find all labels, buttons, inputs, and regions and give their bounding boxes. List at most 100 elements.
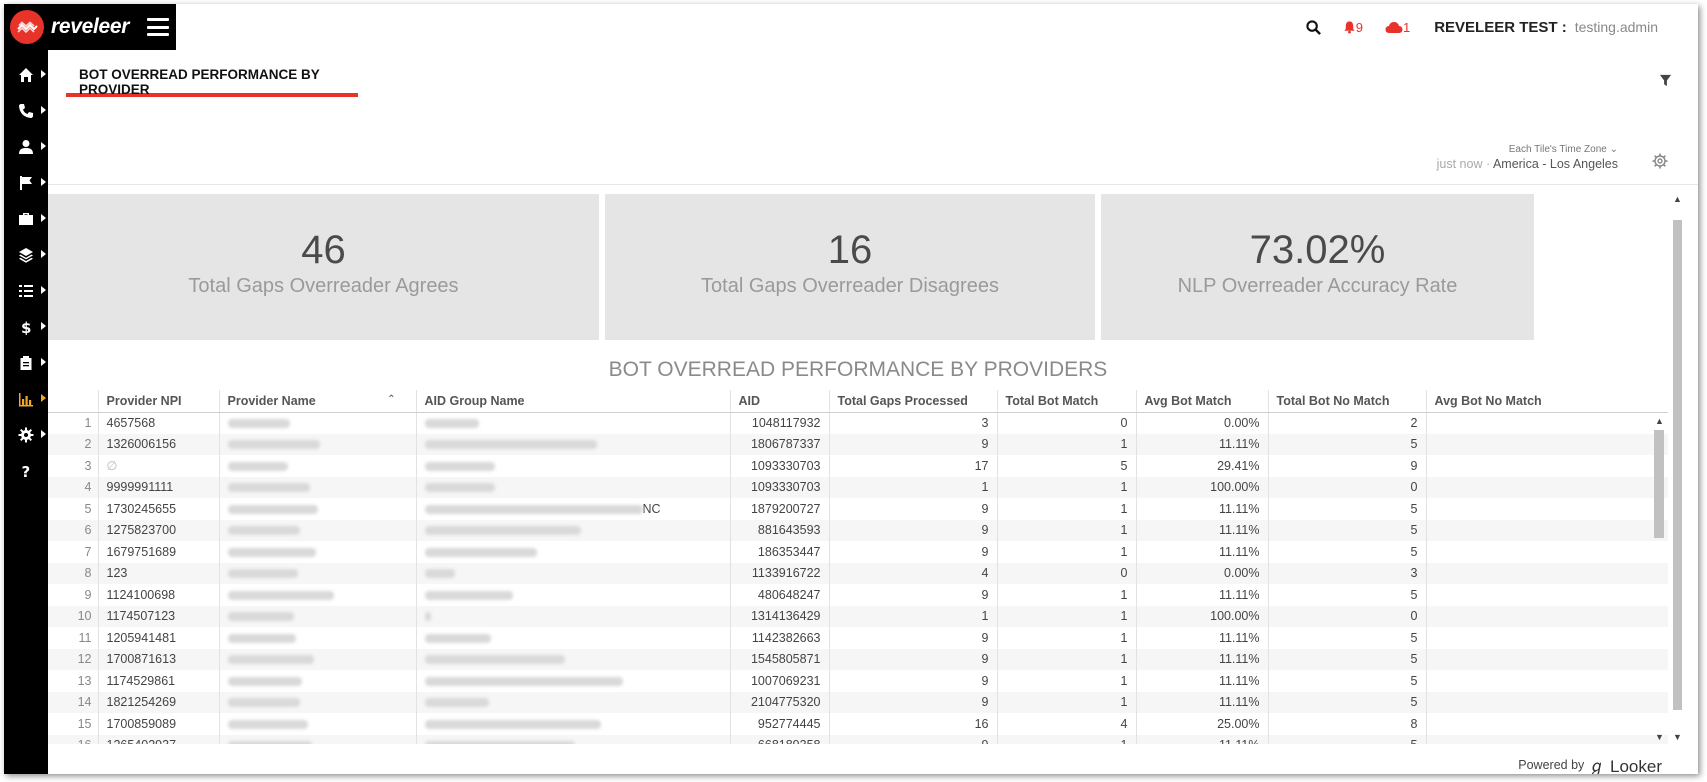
nav-flag[interactable]: [4, 165, 48, 201]
scroll-up-icon[interactable]: ▲: [1655, 416, 1664, 426]
column-header[interactable]: Avg Bot Match: [1136, 390, 1269, 413]
table-cell: 9: [829, 734, 998, 744]
table-cell: 1: [997, 670, 1137, 692]
nav-help[interactable]: ?: [4, 453, 48, 489]
cell-value: 9: [981, 630, 989, 645]
table-scrollbar[interactable]: ▲ ▼: [1652, 416, 1666, 742]
column-header[interactable]: Total Bot No Match: [1268, 390, 1427, 413]
table-cell: [1426, 455, 1668, 477]
redacted-text: [424, 612, 431, 622]
column-header[interactable]: Provider NPI: [98, 390, 220, 413]
table-cell: 1700871613: [98, 648, 220, 670]
table-cell: [416, 433, 731, 455]
table-row[interactable]: 16 1265402937 668189358 9 1 11.11% 5: [48, 734, 1668, 744]
cell-value: 5: [1410, 652, 1418, 667]
dashboard-scrollbar[interactable]: ▲ ▼: [1670, 194, 1684, 742]
cell-value: 1174507123: [106, 609, 176, 624]
table-row[interactable]: 6 1275823700 881643593 9 1 11.11% 5: [48, 519, 1668, 541]
table-row[interactable]: 10 1174507123 1314136429 1 1 100.00% 0: [48, 605, 1668, 627]
table-cell: 1: [997, 476, 1137, 498]
nav-checklist[interactable]: [4, 273, 48, 309]
table-row[interactable]: 11 1205941481 1142382663 9 1 11.11% 5: [48, 627, 1668, 649]
scrollbar-thumb[interactable]: [1654, 430, 1664, 538]
table-row[interactable]: 2 1326006156 1806787337 9 1 11.11% 5: [48, 433, 1668, 455]
cell-value: 9: [1410, 458, 1418, 473]
scroll-down-icon[interactable]: ▼: [1673, 732, 1682, 742]
table-cell: 1: [997, 734, 1137, 744]
menu-icon[interactable]: [147, 18, 170, 36]
redacted-text: [424, 719, 601, 729]
cell-value: 11.11%: [1218, 501, 1260, 516]
cell-value: 9: [981, 523, 989, 538]
search-button[interactable]: [1306, 19, 1321, 35]
column-header[interactable]: Total Bot Match: [997, 390, 1137, 413]
table-row[interactable]: 5 1730245655 NC 1879200727 9 1 11.11% 5: [48, 498, 1668, 520]
sort-ascending-icon[interactable]: ⌃: [387, 394, 395, 405]
nav-settings[interactable]: [4, 417, 48, 453]
table-row[interactable]: 13 1174529861 1007069231 9 1 11.11% 5: [48, 670, 1668, 692]
table-cell: 1730245655: [98, 498, 220, 520]
column-header[interactable]: AID Group Name: [416, 390, 731, 413]
table-row[interactable]: 15 1700859089 952774445 16 4 25.00% 8: [48, 713, 1668, 735]
column-header[interactable]: Provider Name ⌃: [219, 390, 417, 413]
table-cell: [219, 541, 417, 563]
table-row[interactable]: 8 123 1133916722 4 0 0.00% 3: [48, 562, 1668, 584]
brand-logo-icon[interactable]: [10, 10, 44, 44]
timezone-selector[interactable]: Each Tile's Time Zone ⌄: [1437, 144, 1618, 155]
chevron-right-icon: [41, 286, 46, 294]
chevron-right-icon: [41, 394, 46, 402]
table-cell: [1426, 498, 1668, 520]
table-cell: 0: [997, 412, 1137, 434]
nav-reports[interactable]: [4, 381, 48, 417]
dashboard-settings-button[interactable]: [1652, 153, 1668, 174]
tab-dashboard[interactable]: BOT OVERREAD PERFORMANCE BY PROVIDER: [66, 62, 358, 97]
user-name[interactable]: testing.admin: [1575, 19, 1658, 35]
scroll-down-icon[interactable]: ▼: [1655, 732, 1664, 742]
cell-value: 881643593: [757, 523, 821, 538]
table-cell: 1205941481: [98, 627, 220, 649]
cell-value: 8: [84, 566, 92, 581]
cell-value: 9: [981, 501, 989, 516]
nav-users[interactable]: [4, 129, 48, 165]
cell-value: 1007069231: [750, 673, 821, 688]
cloud-button[interactable]: 1: [1385, 20, 1410, 35]
table-row[interactable]: 3 ∅ 1093330703 17 5 29.41% 9: [48, 455, 1668, 477]
nav-phone[interactable]: [4, 93, 48, 129]
cell-value: 17: [974, 458, 989, 473]
cell-value: 5: [1410, 695, 1418, 710]
nav-layers[interactable]: [4, 237, 48, 273]
table-cell: 11.11%: [1136, 498, 1269, 520]
table-cell: [416, 412, 731, 434]
table-cell: ∅: [98, 455, 220, 477]
nav-briefcase[interactable]: [4, 201, 48, 237]
table-row[interactable]: 12 1700871613 1545805871 9 1 11.11% 5: [48, 648, 1668, 670]
column-header[interactable]: Total Gaps Processed: [829, 390, 998, 413]
kpi-tile-accuracy: 73.02% NLP Overreader Accuracy Rate: [1101, 194, 1534, 340]
table-cell: [1426, 584, 1668, 606]
table-cell: 1133916722: [730, 562, 830, 584]
scroll-up-icon[interactable]: ▲: [1673, 194, 1682, 204]
table-row[interactable]: 1 4657568 1048117932 3 0 0.00% 2: [48, 412, 1668, 434]
nav-clipboard[interactable]: [4, 345, 48, 381]
table-cell: 1314136429: [730, 605, 830, 627]
scrollbar-thumb[interactable]: [1673, 220, 1682, 710]
bell-icon: [1344, 21, 1355, 34]
table-cell: 5: [1268, 541, 1427, 563]
redacted-text: [424, 440, 597, 450]
dollar-icon: $: [21, 319, 31, 335]
redacted-text: [227, 547, 316, 557]
table-row[interactable]: 4 9999991111 1093330703 1 1 100.00% 0: [48, 476, 1668, 498]
nav-home[interactable]: [4, 57, 48, 93]
table-row[interactable]: 9 1124100698 480648247 9 1 11.11% 5: [48, 584, 1668, 606]
table-cell: 4: [997, 713, 1137, 735]
kpi-tile-disagrees: 16 Total Gaps Overreader Disagrees: [605, 194, 1095, 340]
table-row[interactable]: 7 1679751689 186353447 9 1 11.11% 5: [48, 541, 1668, 563]
filter-button[interactable]: [1659, 74, 1672, 92]
alerts-button[interactable]: 9: [1343, 20, 1363, 35]
column-header[interactable]: AID: [730, 390, 830, 413]
table-row[interactable]: 14 1821254269 2104775320 9 1 11.11% 5: [48, 691, 1668, 713]
cell-value: 1205941481: [106, 630, 177, 645]
nav-billing[interactable]: $: [4, 309, 48, 345]
chevron-down-icon: ⌄: [1609, 144, 1618, 155]
column-header[interactable]: Avg Bot No Match: [1426, 390, 1668, 413]
